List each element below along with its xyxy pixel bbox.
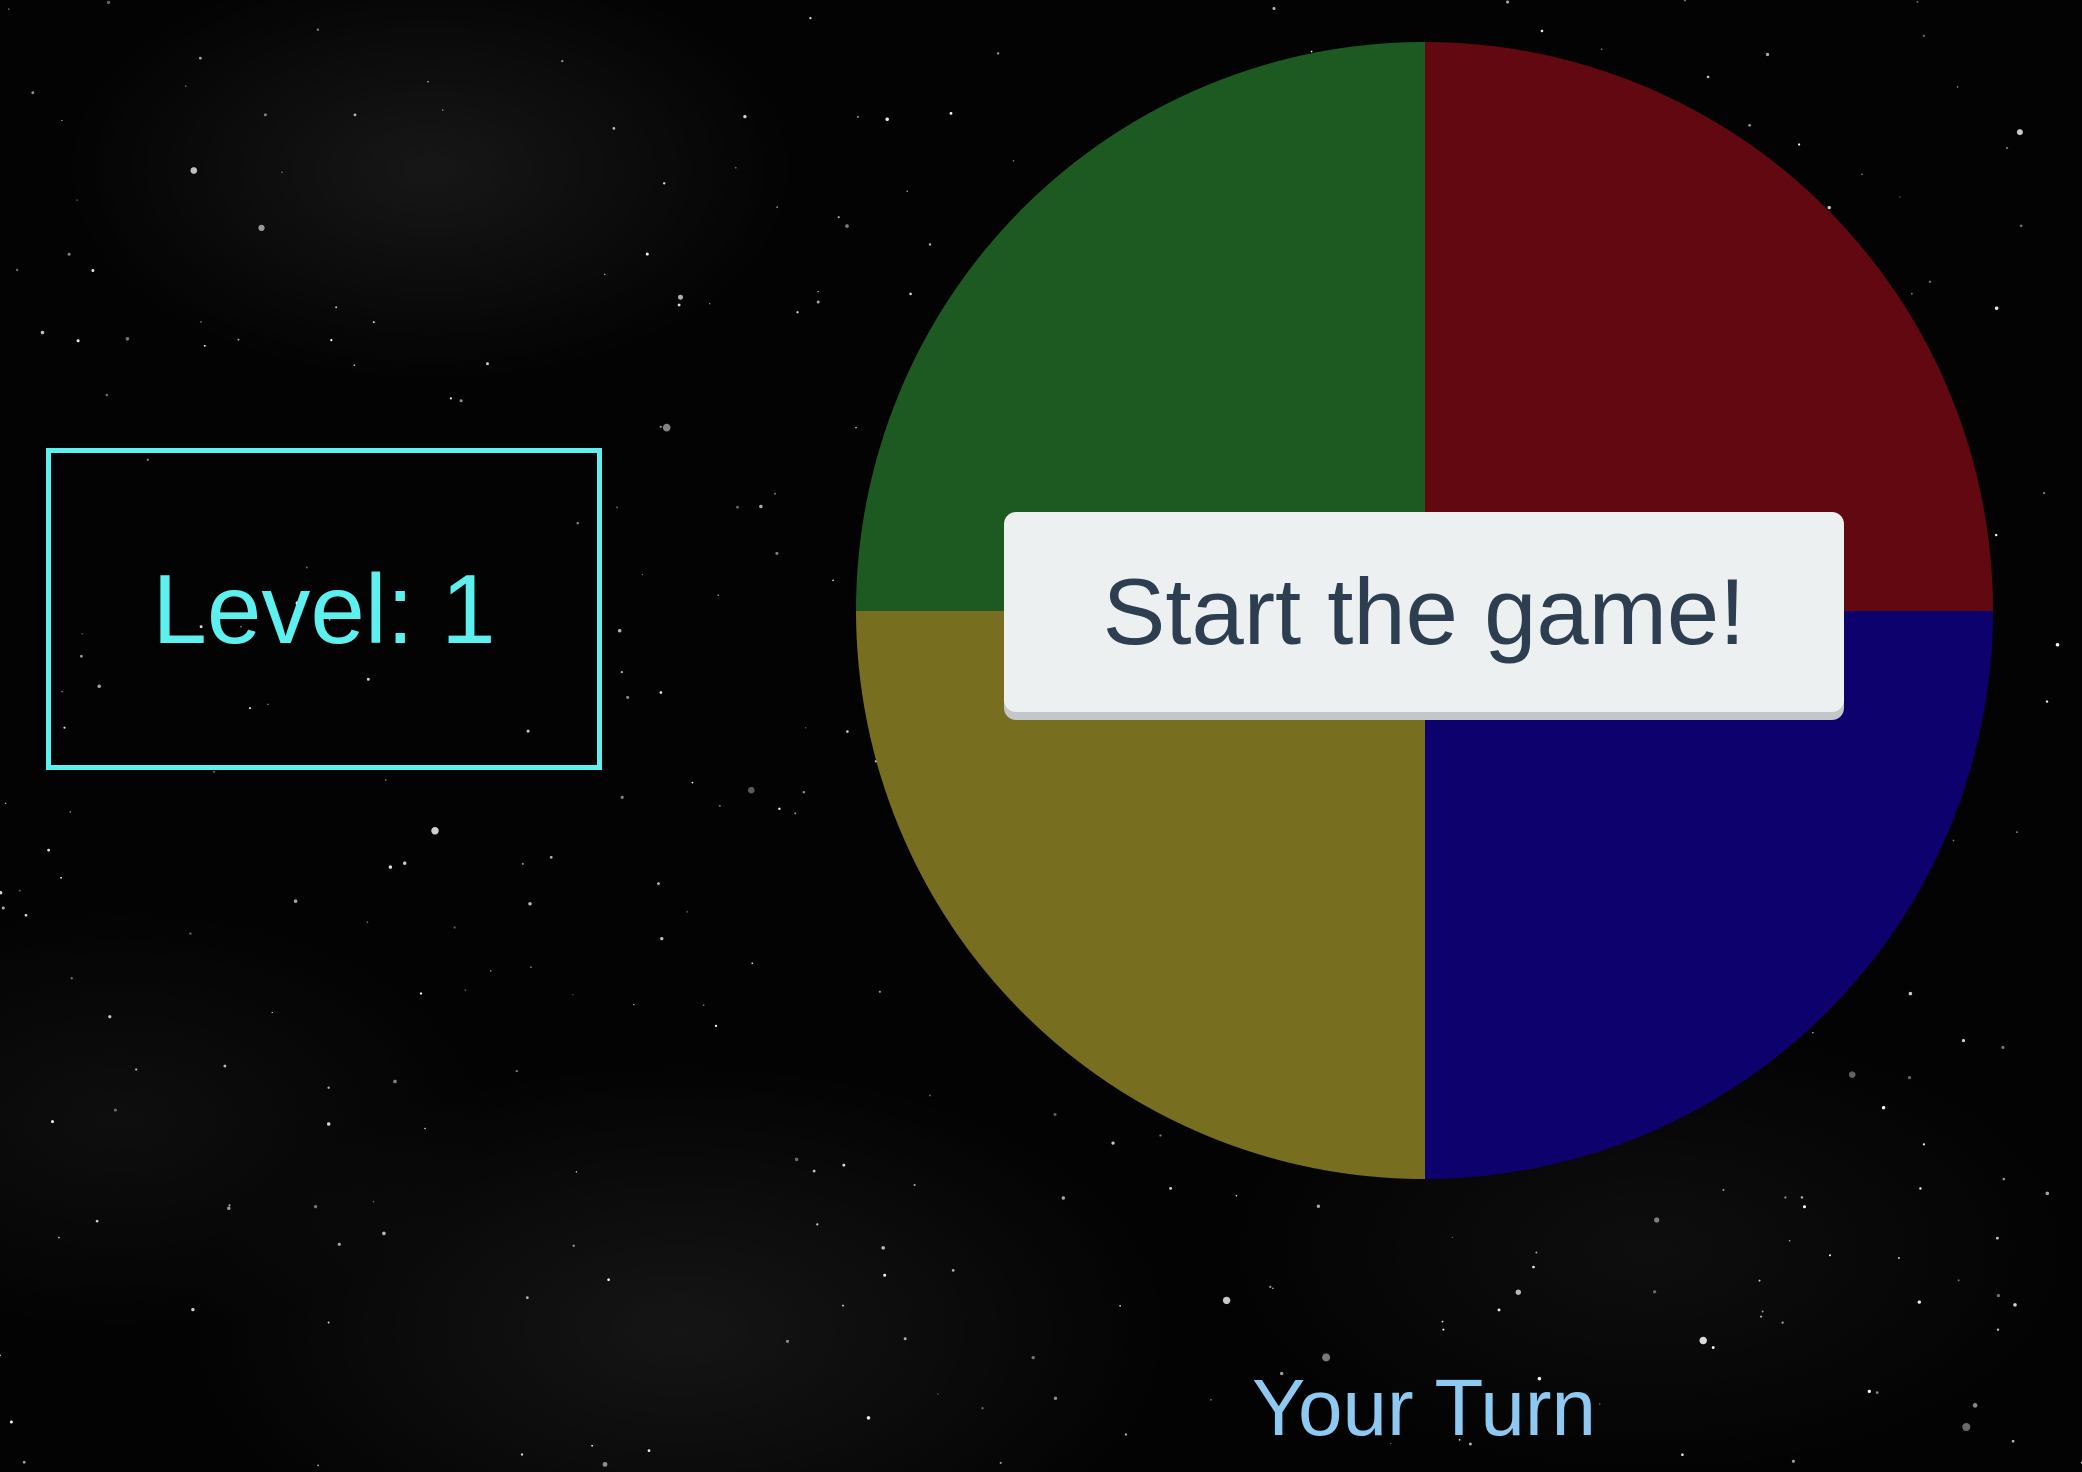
start-game-button[interactable]: Start the game! bbox=[1004, 512, 1844, 712]
level-text: Level: 1 bbox=[152, 554, 496, 664]
level-indicator: Level: 1 bbox=[46, 448, 602, 770]
turn-indicator: Your Turn bbox=[1252, 1363, 1596, 1452]
game-stage: Level: 1 Start the game! Your Turn bbox=[0, 0, 2082, 1472]
